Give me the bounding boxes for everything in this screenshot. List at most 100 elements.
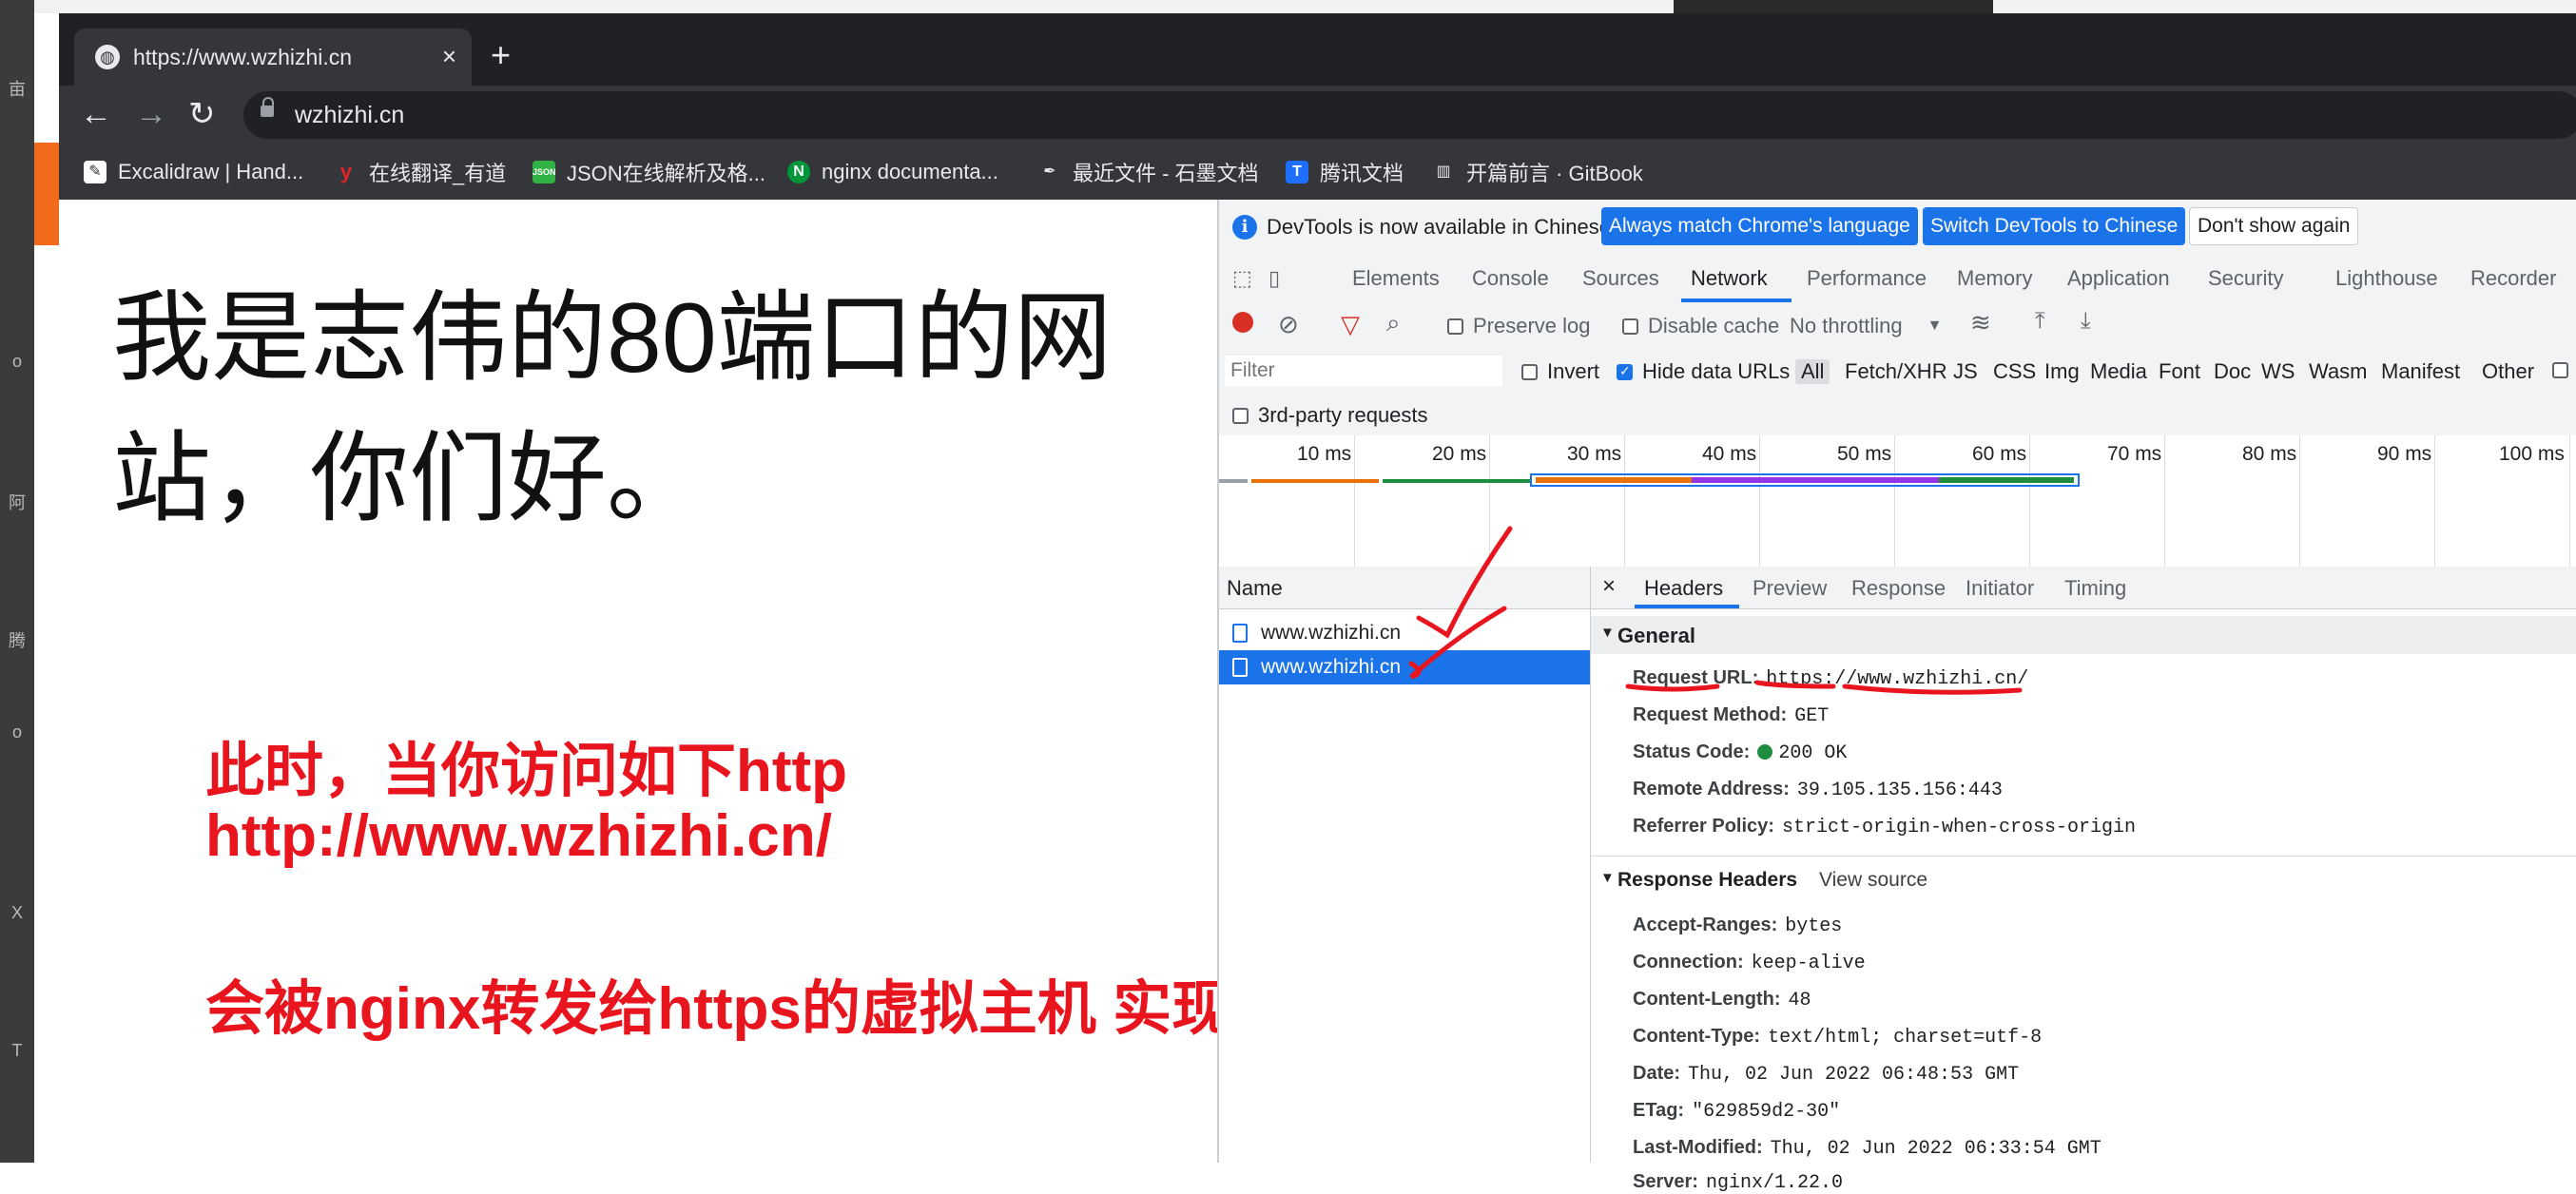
hide-data-urls-checkbox[interactable]: Hide data URLs — [1617, 359, 1790, 384]
tab-memory[interactable]: Memory — [1957, 266, 2032, 291]
youdao-icon: y — [339, 160, 353, 183]
desktop-mark: 亩 — [9, 80, 26, 99]
collapse-triangle-icon: ▼ — [1600, 625, 1615, 641]
tab-application[interactable]: Application — [2067, 266, 2170, 291]
filter-type-all[interactable]: All — [1795, 359, 1830, 384]
tab-lighthouse[interactable]: Lighthouse — [2335, 266, 2438, 291]
third-party-checkbox[interactable]: 3rd-party requests — [1232, 403, 1428, 428]
tab-performance[interactable]: Performance — [1807, 266, 1927, 291]
tab-initiator[interactable]: Initiator — [1966, 576, 2034, 601]
active-details-tab-indicator — [1635, 605, 1739, 608]
filter-type-wasm[interactable]: Wasm — [2309, 359, 2368, 384]
filter-type-media[interactable]: Media — [2090, 359, 2147, 384]
bookmark-item[interactable]: y 在线翻译_有道 — [335, 158, 506, 186]
match-language-button[interactable]: Always match Chrome's language — [1601, 207, 1918, 245]
filter-type-font[interactable]: Font — [2159, 359, 2200, 384]
field-key: Server: — [1633, 1171, 1698, 1192]
header-field: ETag: "629859d2-30" — [1633, 1100, 1840, 1123]
tab-close-icon[interactable]: × — [442, 42, 456, 71]
preserve-log-checkbox[interactable]: Preserve log — [1447, 314, 1591, 338]
tab-preview[interactable]: Preview — [1753, 576, 1827, 601]
bookmark-item[interactable]: N nginx documenta... — [787, 158, 998, 186]
desktop-mark: T — [11, 1041, 23, 1060]
response-headers-section-header[interactable]: ▼ Response Headers View source — [1591, 861, 2576, 899]
field-value: "629859d2-30" — [1692, 1101, 1841, 1123]
throttling-select[interactable]: No throttling ▼ — [1790, 314, 1942, 338]
bookmark-item[interactable]: T 腾讯文档 — [1286, 158, 1404, 186]
filter-input[interactable] — [1225, 356, 1502, 386]
bookmark-item[interactable]: ✎ Excalidraw | Hand... — [84, 158, 303, 186]
address-bar[interactable]: wzhizhi.cn — [243, 91, 2576, 139]
filter-type-img[interactable]: Img — [2044, 359, 2080, 384]
export-har-icon[interactable]: ⤓ — [2081, 308, 2091, 335]
name-column-header[interactable]: Name — [1227, 576, 1283, 601]
timeline-gridline — [1489, 435, 1490, 567]
filter-type-other[interactable]: Other — [2482, 359, 2534, 384]
invert-label: Invert — [1547, 359, 1600, 383]
tab-timing[interactable]: Timing — [2064, 576, 2126, 601]
tab-elements[interactable]: Elements — [1352, 266, 1440, 291]
search-icon[interactable]: ⌕ — [1386, 308, 1401, 338]
page-heading: 我是志伟的80端口的网站，你们好。 — [112, 283, 1113, 534]
desktop-mark: X — [10, 903, 23, 922]
reload-icon[interactable]: ↻ — [188, 95, 216, 133]
import-har-icon[interactable]: ⤒ — [2035, 308, 2045, 335]
filter-type-js[interactable]: JS — [1953, 359, 1978, 384]
close-details-icon[interactable]: × — [1602, 573, 1616, 600]
inspect-element-icon[interactable]: ⬚ — [1232, 266, 1252, 291]
timeline-tick: 60 ms — [1972, 443, 2027, 465]
clear-icon[interactable]: ⊘ — [1278, 310, 1299, 339]
field-value: https://www.wzhizhi.cn/ — [1766, 668, 2029, 690]
tab-security[interactable]: Security — [2208, 266, 2283, 291]
filter-type-css[interactable]: CSS — [1993, 359, 2036, 384]
bookmark-item[interactable]: ▥ 开篇前言 · GitBook — [1432, 158, 1642, 186]
general-title: General — [1617, 624, 1695, 647]
header-field: Content-Length: 48 — [1633, 989, 1811, 1011]
back-icon[interactable]: ← — [80, 95, 112, 133]
record-icon[interactable] — [1232, 312, 1253, 333]
bookmark-item[interactable]: ✒ 最近文件 - 石墨文档 — [1038, 158, 1258, 186]
field-value: Thu, 02 Jun 2022 06:48:53 GMT — [1688, 1064, 2020, 1086]
tab-recorder[interactable]: Recorder — [2470, 266, 2556, 291]
filter-type-ws[interactable]: WS — [2261, 359, 2295, 384]
field-value: 39.105.135.156:443 — [1796, 780, 2003, 801]
header-field: Server: nginx/1.22.0 — [1633, 1171, 1843, 1194]
devtools-tabs: ⬚ ▯ Elements Console Sources Network Per… — [1219, 255, 2576, 303]
field-value: strict-origin-when-cross-origin — [1781, 817, 2137, 838]
invert-checkbox[interactable]: Invert — [1521, 359, 1599, 384]
network-conditions-icon[interactable]: ≋ — [1970, 308, 1991, 337]
filter-type-fetch-xhr[interactable]: Fetch/XHR — [1845, 359, 1947, 384]
tab-headers[interactable]: Headers — [1644, 576, 1723, 601]
view-source-link[interactable]: View source — [1819, 869, 1927, 892]
tab-console[interactable]: Console — [1472, 266, 1549, 291]
bookmark-label: nginx documenta... — [822, 160, 998, 183]
request-row-selected[interactable]: www.wzhizhi.cn — [1219, 650, 1590, 684]
timeline-tick: 10 ms — [1297, 443, 1352, 465]
bookmark-item[interactable]: JSON JSON在线解析及格... — [533, 158, 765, 186]
filter-type-manifest[interactable]: Manifest — [2381, 359, 2460, 384]
tab-sources[interactable]: Sources — [1582, 266, 1659, 291]
forward-icon[interactable]: → — [135, 95, 167, 133]
tab-response[interactable]: Response — [1851, 576, 1946, 601]
desktop-orange-edge — [34, 143, 59, 245]
switch-chinese-button[interactable]: Switch DevTools to Chinese — [1923, 207, 2186, 245]
browser-tab[interactable]: ◍ https://www.wzhizhi.cn × — [74, 29, 472, 86]
bookmark-label: JSON在线解析及格... — [567, 162, 766, 185]
address-url[interactable]: wzhizhi.cn — [295, 102, 404, 129]
device-toolbar-icon[interactable]: ▯ — [1269, 266, 1280, 291]
header-field: Remote Address: 39.105.135.156:443 — [1633, 779, 2003, 801]
details-tabs: × Headers Preview Response Initiator Tim… — [1591, 567, 2576, 609]
lock-icon[interactable] — [261, 97, 274, 117]
field-key: Connection: — [1633, 952, 1744, 973]
general-section-header[interactable]: ▼ General — [1591, 616, 2576, 654]
filter-icon[interactable]: ▽ — [1341, 310, 1360, 339]
filter-type-doc[interactable]: Doc — [2214, 359, 2251, 384]
disable-cache-checkbox[interactable]: Disable cache — [1622, 314, 1779, 338]
devtools-infobar: i DevTools is now available in Chinese! … — [1219, 200, 2576, 256]
tab-network[interactable]: Network — [1691, 266, 1768, 291]
new-tab-button[interactable]: + — [491, 36, 511, 74]
blocked-requests-checkbox[interactable] — [2552, 359, 2576, 384]
dont-show-again-button[interactable]: Don't show again — [2189, 207, 2359, 245]
request-row[interactable]: www.wzhizhi.cn — [1219, 616, 1590, 650]
timeline-gridline — [2029, 435, 2030, 567]
